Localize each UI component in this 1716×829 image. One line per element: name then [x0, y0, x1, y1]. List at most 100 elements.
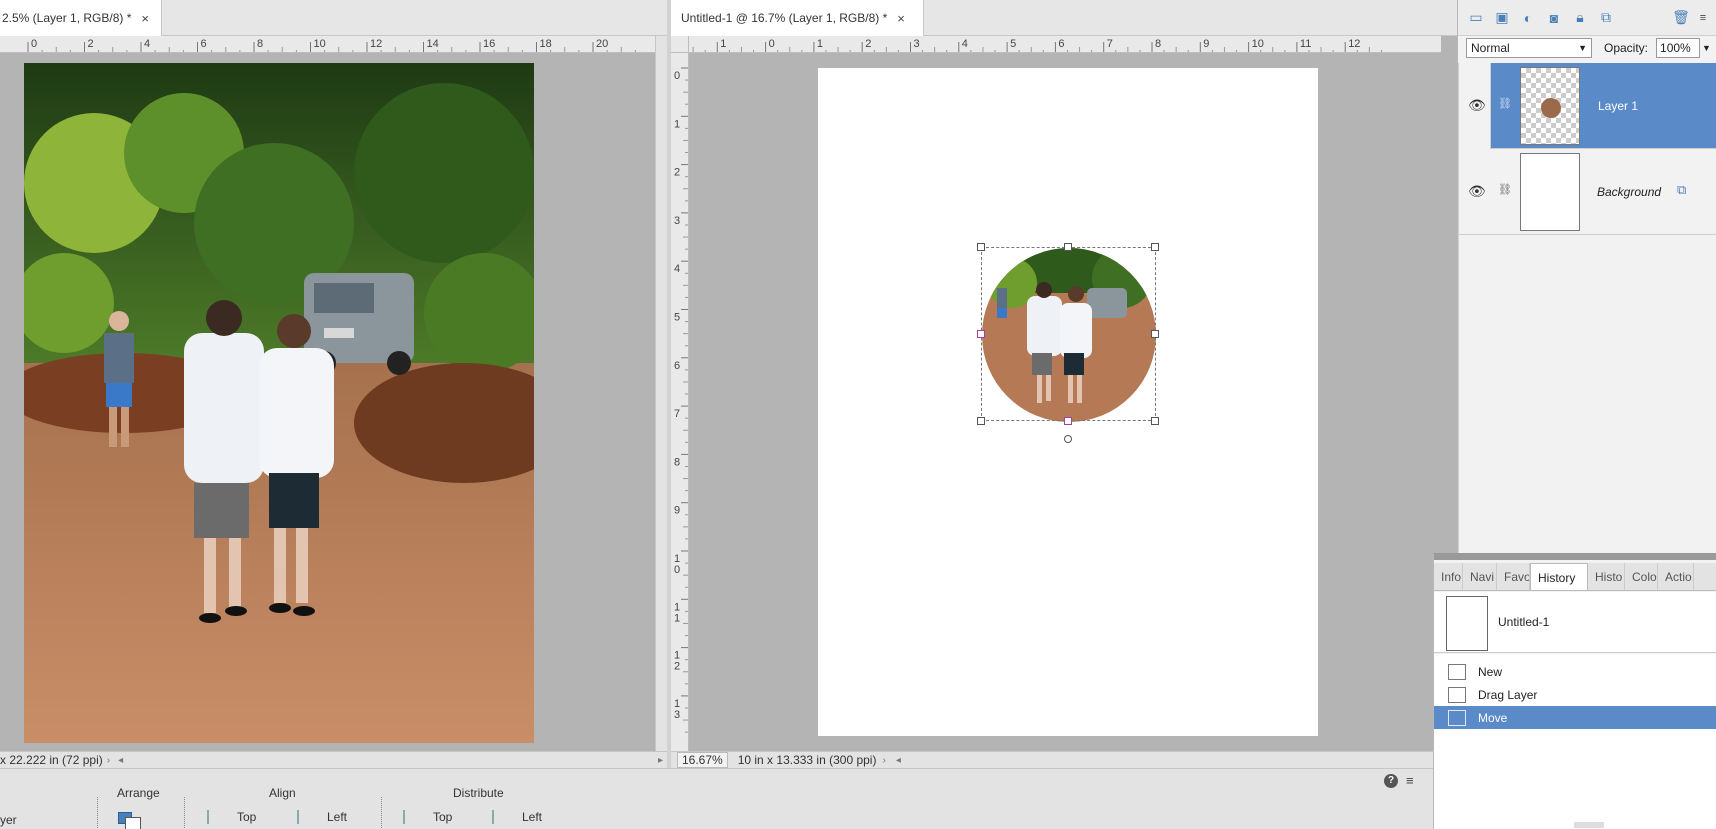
distribute-top-icon: [403, 810, 419, 824]
new-group-icon[interactable]: ▣: [1492, 8, 1512, 28]
ruler-label: 1: [674, 612, 680, 624]
history-item-label: New: [1478, 664, 1503, 679]
transform-handle-bottom-right[interactable]: [1151, 417, 1159, 425]
scroll-right-icon[interactable]: ▸: [658, 755, 663, 766]
transform-handle-right[interactable]: [1151, 330, 1159, 338]
document-page[interactable]: [818, 68, 1318, 736]
ruler-label: 10: [1252, 38, 1264, 50]
right-canvas-area[interactable]: [689, 53, 1441, 751]
photo-editor-window: 2.5% (Layer 1, RGB/8) * × 0 2 4 6 8 10 12 14 16 1…: [0, 0, 1716, 829]
align-top-label: Top: [237, 810, 257, 824]
layer-lock-icon[interactable]: ⧉: [1677, 182, 1686, 198]
layer-row-background[interactable]: 👁︎ ⛓︎ Background ⧉: [1458, 149, 1716, 235]
left-doc-tab-title: 2.5% (Layer 1, RGB/8) *: [2, 11, 132, 25]
ruler-label: 2: [674, 167, 680, 179]
panel-menu-icon[interactable]: ≡: [1693, 8, 1713, 28]
layers-list: 👁︎ ⛓︎ Layer 1 👁︎ ⛓︎ Background ⧉: [1458, 63, 1716, 243]
divider: [97, 797, 98, 829]
ruler-label: 11: [1300, 38, 1311, 50]
lock-transparency-icon[interactable]: ⧉: [1596, 8, 1616, 28]
help-icon[interactable]: ?: [1384, 774, 1398, 788]
ruler-label: 0: [674, 70, 680, 82]
history-item-new[interactable]: New: [1434, 660, 1716, 683]
arrange-icon[interactable]: [118, 812, 144, 829]
left-canvas-area[interactable]: [0, 53, 655, 751]
ruler-label: 1: [817, 38, 823, 50]
history-item-move[interactable]: Move: [1434, 706, 1716, 729]
right-vruler-ticks: 012345678910111213: [674, 67, 688, 733]
snapshot-thumbnail: [1446, 596, 1488, 651]
scroll-left-icon[interactable]: ◂: [896, 755, 901, 766]
rotate-handle[interactable]: [1064, 435, 1072, 443]
layer-1-thumbnail: [1520, 67, 1580, 145]
left-vertical-scrollbar[interactable]: [655, 36, 667, 751]
distribute-left-button[interactable]: Left: [492, 810, 542, 824]
adjustment-layer-icon[interactable]: ◐: [1518, 8, 1538, 28]
close-icon[interactable]: ×: [141, 11, 149, 26]
divider: [381, 797, 382, 829]
transform-bounding-box[interactable]: [981, 247, 1156, 421]
layer-row-layer-1[interactable]: 👁︎ ⛓︎ Layer 1: [1458, 63, 1716, 149]
blend-mode-value: Normal: [1471, 41, 1510, 55]
tab-actions[interactable]: Actio: [1658, 563, 1694, 590]
blend-mode-select[interactable]: Normal ▼: [1466, 38, 1592, 58]
photo-illustration: [24, 63, 534, 743]
tab-histogram[interactable]: Histo: [1588, 563, 1625, 590]
eye-icon[interactable]: 👁︎: [1468, 97, 1486, 114]
history-snapshot[interactable]: Untitled-1: [1434, 592, 1716, 653]
right-vertical-ruler: 012345678910111213: [671, 53, 689, 751]
left-doc-tab[interactable]: 2.5% (Layer 1, RGB/8) * ×: [0, 0, 162, 36]
trash-icon[interactable]: 🗑︎: [1671, 8, 1691, 28]
transform-handle-top[interactable]: [1064, 243, 1072, 251]
chevron-down-icon[interactable]: ▼: [1702, 43, 1711, 53]
new-layer-icon[interactable]: ▭: [1466, 8, 1486, 28]
eye-icon[interactable]: 👁︎: [1468, 183, 1486, 200]
align-top-button[interactable]: Top: [207, 810, 256, 824]
close-icon[interactable]: ×: [897, 11, 905, 26]
lock-icon[interactable]: 🔒︎: [1570, 8, 1590, 28]
ruler-label: 10: [314, 38, 326, 50]
tab-history[interactable]: History: [1530, 563, 1588, 590]
link-icon[interactable]: ⛓︎: [1498, 97, 1512, 110]
tab-color[interactable]: Colo: [1625, 563, 1658, 590]
ruler-label: 3: [674, 709, 680, 721]
align-left-button[interactable]: Left: [297, 810, 347, 824]
snapshot-name: Untitled-1: [1498, 615, 1550, 629]
align-label: Align: [269, 786, 296, 800]
auto-select-layer-label: yer: [0, 813, 17, 827]
left-doc-size: x 22.222 in (72 ppi): [0, 753, 103, 767]
right-doc-tab[interactable]: Untitled-1 @ 16.7% (Layer 1, RGB/8) * ×: [671, 0, 924, 36]
zoom-level[interactable]: 16.67%: [677, 752, 728, 768]
history-item-drag-layer[interactable]: Drag Layer: [1434, 683, 1716, 706]
transform-handle-bottom-left[interactable]: [977, 417, 985, 425]
ruler-label: 14: [427, 38, 439, 50]
distribute-top-button[interactable]: Top: [403, 810, 452, 824]
options-menu-icon[interactable]: ≡: [1406, 773, 1414, 788]
history-panel: Info Navi Favo History Histo Colo Actio Untitl…: [1433, 553, 1716, 829]
ruler-origin[interactable]: [671, 36, 689, 53]
ruler-label: 8: [674, 456, 680, 468]
transform-handle-left[interactable]: [977, 330, 985, 338]
status-arrow-icon[interactable]: ›: [107, 755, 110, 766]
tab-navigator[interactable]: Navi: [1463, 563, 1497, 590]
transform-handle-top-right[interactable]: [1151, 243, 1159, 251]
right-doc-tab-title: Untitled-1 @ 16.7% (Layer 1, RGB/8) *: [681, 11, 888, 25]
source-photo[interactable]: [24, 63, 534, 743]
panel-grip[interactable]: [1434, 554, 1716, 560]
status-arrow-icon[interactable]: ›: [882, 755, 885, 766]
resize-grip[interactable]: [1574, 822, 1604, 828]
layer-mask-icon[interactable]: ◙: [1544, 8, 1564, 28]
left-doc-tabbar: 2.5% (Layer 1, RGB/8) * ×: [0, 0, 667, 36]
tab-info[interactable]: Info: [1434, 563, 1463, 590]
align-top-icon: [207, 810, 223, 824]
transform-handle-top-left[interactable]: [977, 243, 985, 251]
layers-toolbar: ▭ ▣ ◐ ◙ 🔒︎ ⧉ 🗑︎ ≡: [1458, 0, 1716, 36]
transform-handle-bottom[interactable]: [1064, 417, 1072, 425]
tab-favorites[interactable]: Favo: [1497, 563, 1530, 590]
align-left-label: Left: [327, 810, 348, 824]
history-list: New Drag Layer Move: [1434, 654, 1716, 829]
link-icon[interactable]: ⛓︎: [1498, 183, 1512, 196]
document-icon: [1448, 663, 1466, 680]
scroll-left-icon[interactable]: ◂: [118, 755, 123, 766]
opacity-field[interactable]: 100%: [1656, 38, 1701, 58]
